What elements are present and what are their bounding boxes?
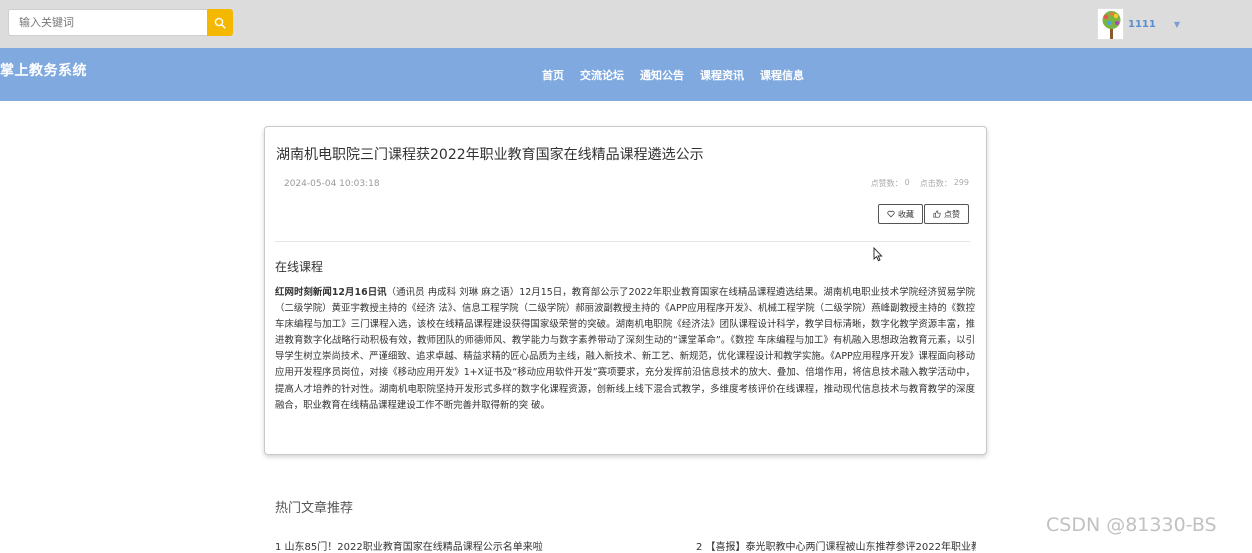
article-card: 湖南机电职院三门课程获2022年职业教育国家在线精品课程遴选公示 2024-05…: [264, 126, 987, 455]
heart-icon: [887, 210, 895, 218]
like-label: 点赞: [944, 209, 960, 219]
chevron-down-icon[interactable]: ▼: [1174, 20, 1180, 29]
article-body: 红网时刻新闻12月16日讯（通讯员 冉成科 刘琳 麻之语）12月15日，教育部公…: [275, 285, 975, 414]
click-count-label: 点击数：: [919, 179, 952, 188]
article-stats: 点赞数： 0 点击数： 299: [871, 178, 969, 189]
avatar-tree-icon: [1102, 11, 1121, 39]
mouse-cursor-icon: [873, 247, 883, 262]
thumbs-up-icon: [933, 210, 941, 218]
nav-item-course-news[interactable]: 课程资讯: [700, 67, 744, 83]
avatar[interactable]: [1097, 8, 1124, 40]
nav-item-home[interactable]: 首页: [542, 67, 564, 83]
divider: [275, 241, 970, 242]
username[interactable]: 1111: [1128, 19, 1156, 30]
nav-menu: 首页 交流论坛 通知公告 课程资讯 课程信息: [542, 67, 804, 83]
search-icon: [214, 17, 226, 29]
article-body-text: （通讯员 冉成科 刘琳 麻之语）12月15日，教育部公示了2022年职业教育国家…: [275, 287, 975, 411]
nav-item-notices[interactable]: 通知公告: [640, 67, 684, 83]
site-logo[interactable]: 掌上教务系统: [0, 60, 87, 80]
watermark: CSDN @81330-BS: [1046, 514, 1217, 536]
article-category: 在线课程: [275, 260, 324, 274]
nav-item-forum[interactable]: 交流论坛: [580, 67, 624, 83]
hot-article-link[interactable]: 1 山东85门！2022职业教育国家在线精品课程公示名单来啦: [275, 538, 575, 553]
user-menu[interactable]: 1111 ▼: [1097, 8, 1180, 40]
favorite-button[interactable]: 收藏: [878, 204, 923, 224]
article-actions: 收藏 点赞: [878, 204, 969, 224]
like-count-label: 点赞数：: [870, 179, 903, 188]
like-button[interactable]: 点赞: [924, 204, 969, 224]
search-input[interactable]: [8, 9, 207, 36]
click-count-value: 299: [953, 178, 969, 187]
like-count: 点赞数： 0: [871, 178, 910, 189]
hot-articles-title: 热门文章推荐: [275, 501, 354, 516]
nav-item-course-info[interactable]: 课程信息: [760, 67, 804, 83]
article-date: 2024-05-04 10:03:18: [284, 179, 380, 189]
article-lead: 红网时刻新闻12月16日讯: [275, 287, 387, 298]
main-navbar: 掌上教务系统 首页 交流论坛 通知公告 课程资讯 课程信息: [0, 48, 1252, 101]
article-title: 湖南机电职院三门课程获2022年职业教育国家在线精品课程遴选公示: [276, 147, 704, 163]
search-button[interactable]: [207, 9, 233, 36]
favorite-label: 收藏: [898, 209, 914, 219]
click-count: 点击数： 299: [920, 178, 969, 189]
like-count-value: 0: [904, 178, 910, 187]
hot-article-link[interactable]: 2 【喜报】泰光职教中心两门课程被山东推荐参评2022年职业教育国家在线精品课程: [696, 538, 976, 553]
top-bar: 1111 ▼: [0, 0, 1252, 48]
